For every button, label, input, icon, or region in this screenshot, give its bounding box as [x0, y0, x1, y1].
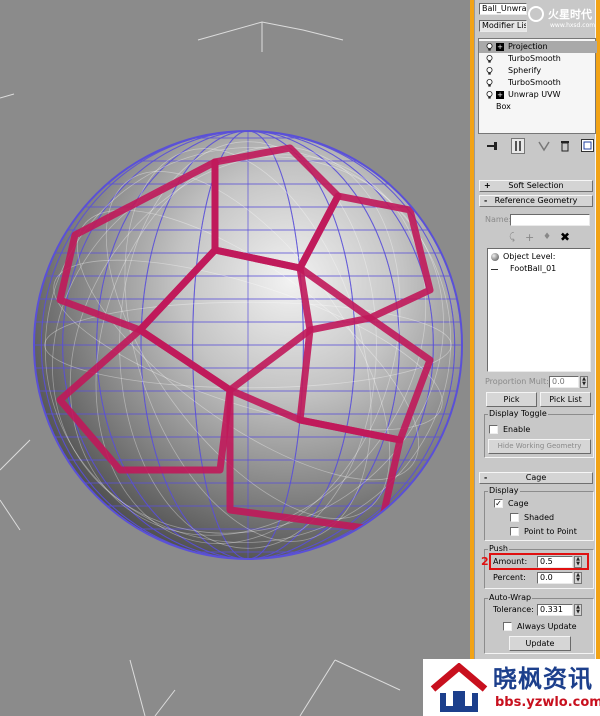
modifier-stack-item[interactable]: Spherify — [479, 65, 597, 77]
auto-wrap-title: Auto-Wrap — [488, 593, 533, 602]
enable-label: Enable — [503, 425, 531, 434]
cage-title: Cage — [525, 473, 547, 482]
modifier-stack-list[interactable]: + Projection TurboSmooth Spherify TurboSmoot… — [478, 38, 597, 134]
tolerance-field[interactable]: 0.331 — [537, 604, 573, 616]
modifier-stack-item[interactable]: Box — [479, 101, 597, 113]
proportion-mult-label: Proportion Mult: — [485, 377, 549, 386]
yzwlo-watermark: 晓枫资讯 bbs.yzwlo.com — [423, 659, 600, 716]
shaded-checkbox[interactable] — [510, 513, 519, 522]
modifier-stack-item[interactable]: TurboSmooth — [479, 77, 597, 89]
modifier-name: Box — [496, 102, 511, 111]
pin-stack-icon[interactable] — [485, 140, 499, 152]
tolerance-spinner[interactable]: ▲ ▼ — [574, 604, 582, 616]
light-bulb-icon[interactable] — [486, 91, 493, 99]
add-icon[interactable]: + — [525, 231, 534, 244]
delete-reference-icon[interactable]: ✖ — [560, 230, 570, 244]
rollout-collapse-sign: - — [484, 196, 488, 205]
tolerance-label: Tolerance: — [493, 605, 534, 614]
reference-geometry-rollout[interactable]: - Reference Geometry — [479, 195, 593, 207]
reference-geometry-list[interactable]: Object Level: FootBall_01 — [487, 248, 591, 372]
light-bulb-icon[interactable] — [486, 67, 493, 75]
light-bulb-icon[interactable] — [486, 55, 493, 63]
percent-spinner[interactable]: ▲ ▼ — [574, 572, 582, 584]
light-bulb-icon[interactable] — [486, 79, 493, 87]
command-panel: Ball_Unwrapped Modifier List + Projection… — [470, 0, 600, 716]
remove-modifier-icon[interactable] — [559, 140, 571, 152]
geometry-tool-row: ⤹ + ♦ ✖ — [505, 230, 585, 245]
reference-list-item[interactable]: FootBall_01 — [510, 264, 556, 274]
proportion-mult-field[interactable]: 0.0 — [549, 376, 579, 388]
make-unique-icon[interactable] — [537, 140, 551, 152]
modifier-name: Spherify — [508, 66, 542, 75]
object-name-field[interactable]: Ball_Unwrapped — [479, 3, 527, 15]
expand-plus-icon[interactable]: + — [496, 43, 504, 51]
always-update-checkbox[interactable] — [503, 622, 512, 631]
modifier-stack-item[interactable]: + Projection — [479, 41, 597, 53]
modifier-list-dropdown[interactable]: Modifier List — [479, 20, 527, 32]
soft-selection-title: Soft Selection — [508, 181, 564, 190]
update-button[interactable]: Update — [509, 636, 571, 651]
command-panel-body: Ball_Unwrapped Modifier List + Projection… — [474, 0, 597, 716]
cage-display-label: Cage — [508, 499, 529, 508]
modifier-name: Unwrap UVW — [508, 90, 561, 99]
point-to-point-checkbox[interactable] — [510, 527, 519, 536]
modifier-name: Projection — [508, 42, 548, 51]
rollout-expand-sign: + — [484, 181, 491, 190]
show-end-result-icon[interactable] — [511, 138, 525, 154]
pick-button[interactable]: Pick — [486, 392, 537, 407]
expand-plus-icon[interactable]: + — [496, 91, 504, 99]
proportion-mult-spinner[interactable]: ▲ ▼ — [580, 376, 588, 388]
modifier-list-label: Modifier List — [482, 21, 527, 30]
pick-list-button[interactable]: Pick List — [540, 392, 591, 407]
display-group-title: Display — [488, 486, 520, 495]
select-arrow-icon[interactable]: ⤹ — [509, 232, 515, 243]
pick-tool-icon[interactable]: ♦ — [543, 232, 551, 242]
cage-rollout[interactable]: - Cage — [479, 472, 593, 484]
point-to-point-label: Point to Point — [524, 527, 577, 536]
yzwlo-watermark-url: bbs.yzwlo.com — [495, 695, 600, 710]
soft-selection-rollout[interactable]: + Soft Selection — [479, 180, 593, 192]
modifier-stack-item[interactable]: + Unwrap UVW — [479, 89, 597, 101]
modifier-name: TurboSmooth — [508, 54, 561, 63]
cage-checkbox[interactable]: ✓ — [494, 499, 503, 508]
hxsd-logo-icon — [528, 6, 544, 22]
yzwlo-watermark-text: 晓枫资讯 — [493, 665, 593, 693]
push-group-title: Push — [488, 544, 509, 553]
reference-geometry-title: Reference Geometry — [494, 196, 578, 205]
percent-label: Percent: — [493, 573, 526, 582]
object-level-icon — [491, 253, 499, 261]
yzwlo-logo-icon — [430, 663, 488, 712]
amount-field[interactable]: 0.5 — [537, 556, 573, 568]
modifier-stack-item[interactable]: TurboSmooth — [479, 53, 597, 65]
configure-modifier-sets-icon[interactable] — [581, 139, 594, 152]
light-bulb-icon[interactable] — [486, 43, 493, 51]
enable-checkbox[interactable] — [489, 425, 498, 434]
modifier-name: TurboSmooth — [508, 78, 561, 87]
hxsd-watermark: 火星时代 www.hxsd.com — [528, 4, 598, 38]
reference-name-field[interactable] — [510, 214, 590, 226]
perspective-viewport[interactable] — [0, 0, 470, 716]
hide-working-geometry-button[interactable]: Hide Working Geometry — [488, 439, 591, 454]
always-update-label: Always Update — [517, 622, 577, 631]
rollout-collapse-sign: - — [484, 473, 488, 482]
soccer-ball-model[interactable] — [0, 0, 470, 716]
percent-field[interactable]: 0.0 — [537, 572, 573, 584]
hxsd-watermark-url: www.hxsd.com — [550, 22, 596, 29]
stack-toolbar — [479, 137, 595, 157]
reference-item-line-icon — [491, 269, 498, 270]
shaded-label: Shaded — [524, 513, 555, 522]
display-toggle-title: Display Toggle — [488, 409, 548, 418]
amount-spinner[interactable]: ▲ ▼ — [574, 556, 582, 568]
step-marker-label: 2 — [481, 555, 489, 568]
name-label: Name: — [485, 215, 512, 224]
amount-label: Amount: — [493, 557, 528, 566]
hxsd-watermark-text: 火星时代 — [548, 8, 592, 21]
reference-list-item[interactable]: Object Level: — [503, 252, 555, 262]
